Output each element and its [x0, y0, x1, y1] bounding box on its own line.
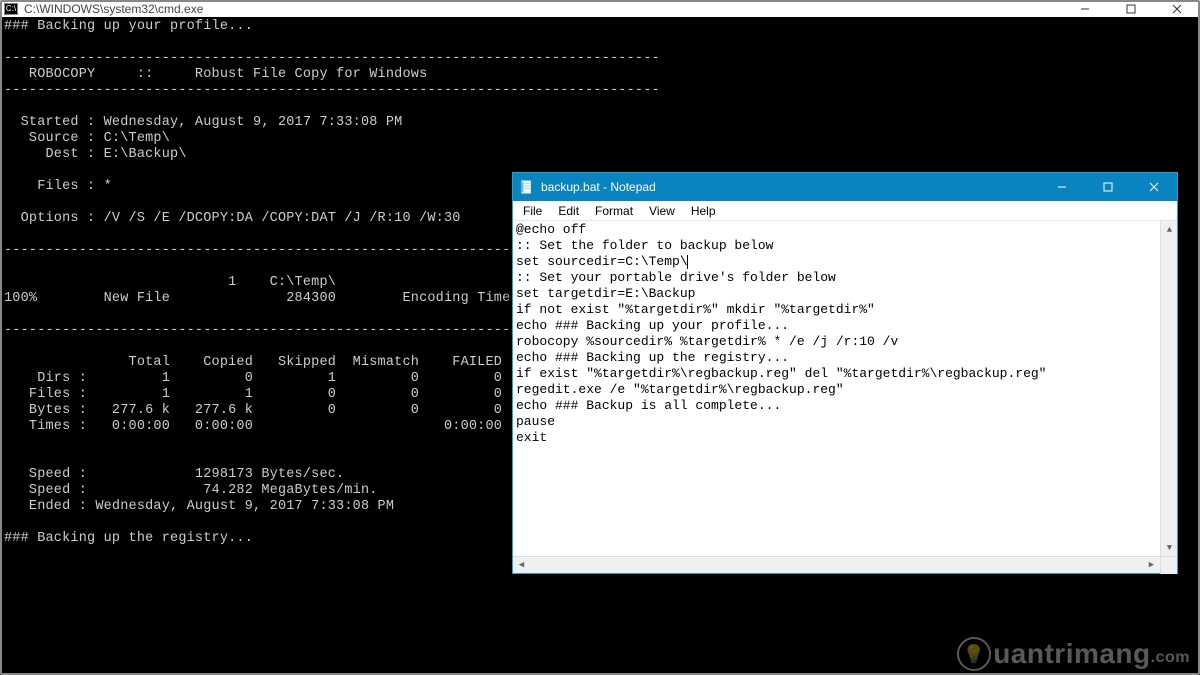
- scroll-right-icon[interactable]: ▶: [1143, 557, 1160, 574]
- watermark: 💡 uantrimang.com: [957, 637, 1190, 671]
- scroll-down-icon[interactable]: ▼: [1161, 539, 1178, 556]
- horizontal-scrollbar[interactable]: ◀ ▶: [513, 556, 1177, 573]
- menu-edit[interactable]: Edit: [550, 202, 587, 220]
- maximize-icon: [1126, 4, 1136, 14]
- minimize-button[interactable]: [1062, 0, 1108, 17]
- np-minimize-button[interactable]: [1039, 173, 1085, 201]
- lightbulb-icon: 💡: [957, 637, 991, 671]
- notepad-menubar: File Edit Format View Help: [513, 201, 1177, 221]
- notepad-titlebar[interactable]: backup.bat - Notepad: [513, 173, 1177, 201]
- vertical-scrollbar[interactable]: ▲ ▼: [1160, 221, 1177, 556]
- cmd-title: C:\WINDOWS\system32\cmd.exe: [24, 2, 203, 16]
- watermark-text: uantrimang: [993, 638, 1150, 670]
- maximize-button[interactable]: [1108, 0, 1154, 17]
- maximize-icon: [1103, 182, 1113, 192]
- notepad-text-area[interactable]: @echo off :: Set the folder to backup be…: [513, 221, 1177, 447]
- scroll-track[interactable]: [1161, 238, 1177, 539]
- close-icon: [1172, 4, 1182, 14]
- notepad-icon: [519, 179, 535, 195]
- np-close-button[interactable]: [1131, 173, 1177, 201]
- scroll-up-icon[interactable]: ▲: [1161, 221, 1178, 238]
- close-button[interactable]: [1154, 0, 1200, 17]
- minimize-icon: [1057, 182, 1067, 192]
- notepad-window: backup.bat - Notepad File Edit Format Vi…: [512, 172, 1178, 574]
- cmd-icon: C:\: [4, 3, 18, 15]
- notepad-title: backup.bat - Notepad: [541, 180, 656, 194]
- menu-format[interactable]: Format: [587, 202, 641, 220]
- cmd-titlebar[interactable]: C:\ C:\WINDOWS\system32\cmd.exe: [0, 0, 1200, 17]
- scroll-left-icon[interactable]: ◀: [513, 557, 530, 574]
- close-icon: [1149, 182, 1159, 192]
- menu-help[interactable]: Help: [683, 202, 724, 220]
- scrollbar-corner: [1160, 557, 1177, 574]
- watermark-suffix: .com: [1151, 649, 1190, 667]
- menu-view[interactable]: View: [641, 202, 683, 220]
- np-maximize-button[interactable]: [1085, 173, 1131, 201]
- minimize-icon: [1080, 4, 1090, 14]
- menu-file[interactable]: File: [515, 202, 550, 220]
